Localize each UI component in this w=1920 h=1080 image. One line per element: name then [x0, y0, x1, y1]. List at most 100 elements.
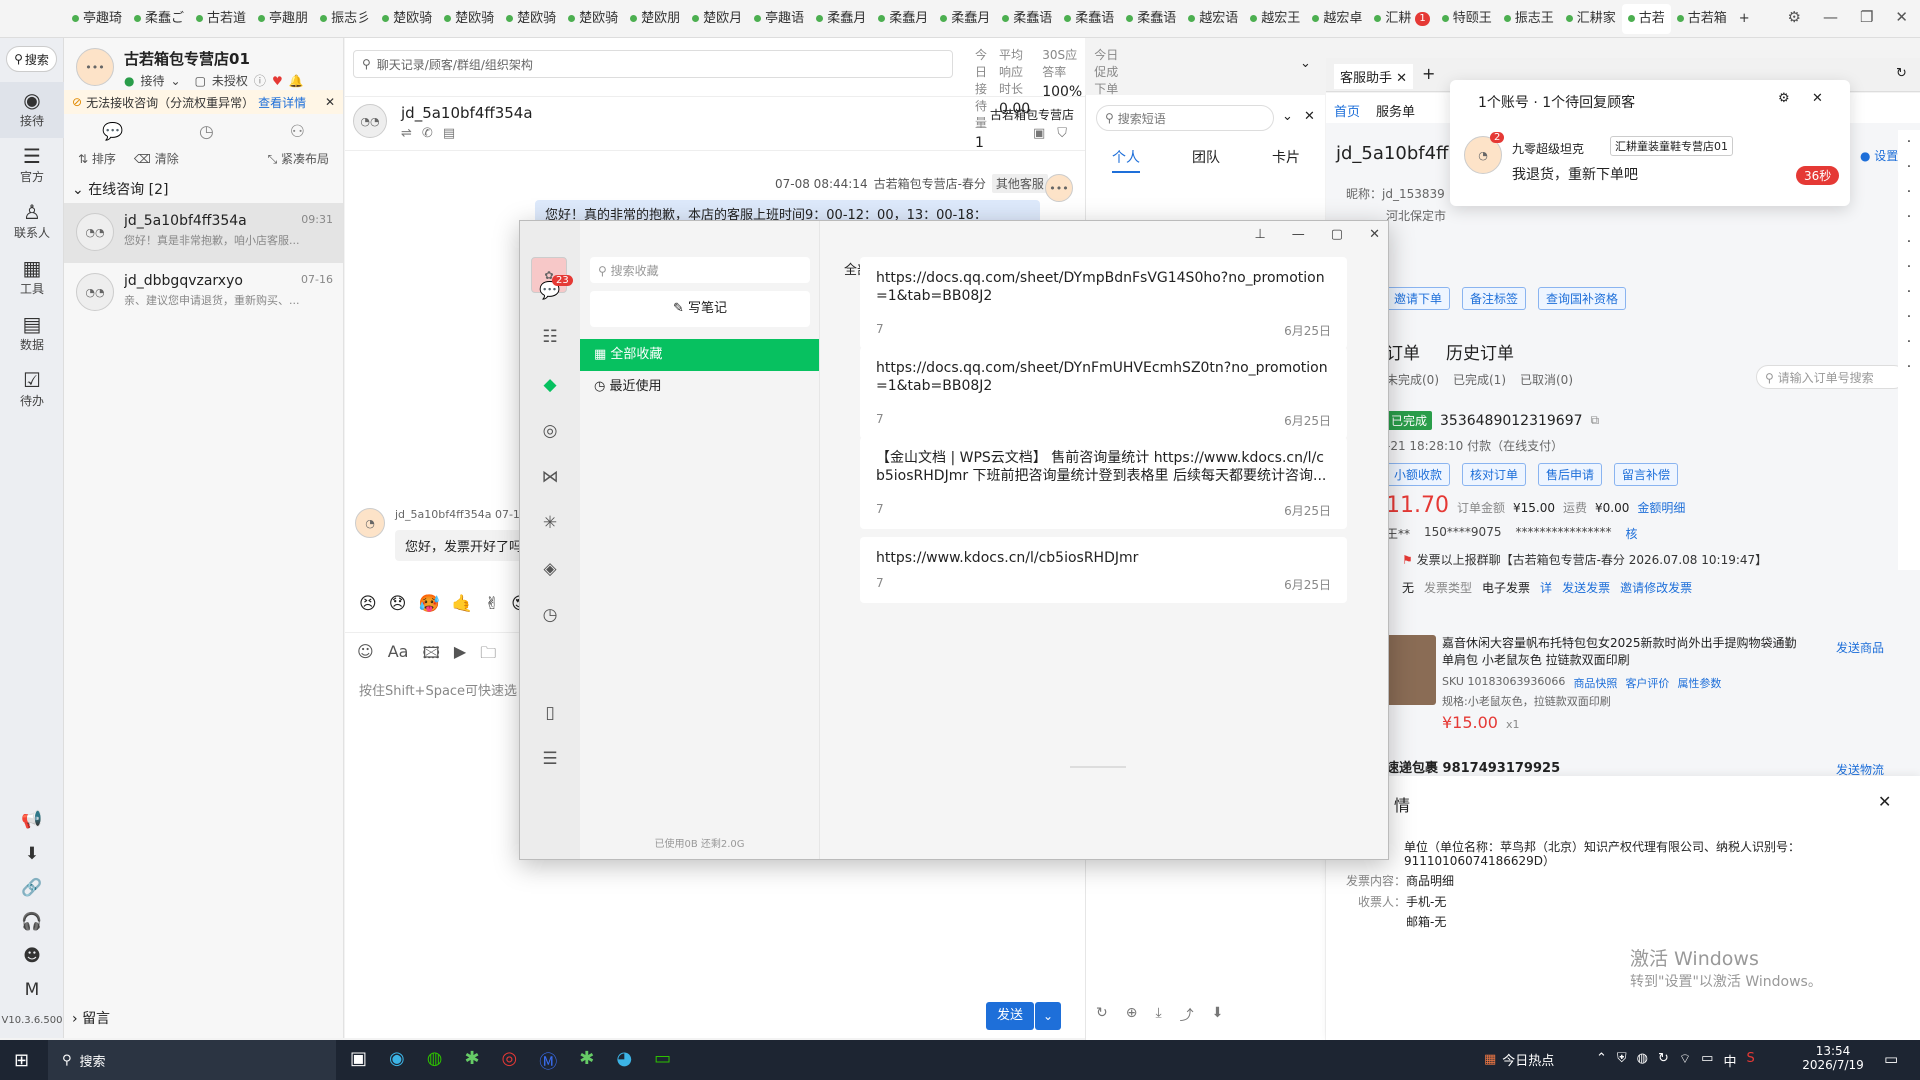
order-search-box[interactable]: ⚲ 请输入订单号搜索	[1756, 365, 1906, 389]
clear-button[interactable]: ⌫ 清除	[134, 150, 179, 167]
news-label[interactable]: 今日热点	[1502, 1050, 1554, 1069]
browser-tab[interactable]: 古若道	[190, 4, 252, 34]
browser-tab[interactable]: 亭趣琦	[66, 4, 128, 34]
quick-tab[interactable]: 团队	[1192, 147, 1220, 173]
chat-input-hint[interactable]: 按住Shift+Space可快速选	[359, 680, 517, 699]
contacts-icon[interactable]: ☷	[520, 327, 580, 347]
popup-settings-icon[interactable]: ⚙	[1778, 91, 1790, 106]
leave-message-section[interactable]: › 留言	[72, 1008, 110, 1028]
tray-wechat-icon[interactable]: ◍	[1637, 1051, 1648, 1070]
browser-tab[interactable]: 楚欧朋	[624, 4, 686, 34]
emoji-suggestion[interactable]: 😣	[359, 594, 377, 614]
reload-icon[interactable]: ↻	[1896, 66, 1907, 81]
chat-search-box[interactable]: ⚲ 聊天记录/顾客/群组/组织架构	[353, 50, 953, 78]
rail-item-4[interactable]: ▦ 工具	[0, 250, 64, 306]
browser-tab[interactable]: 柔蠢月	[872, 4, 934, 34]
helper-nav-item[interactable]: 首页	[1334, 101, 1360, 120]
invoice-detail-close-icon[interactable]: ✕	[1878, 792, 1891, 811]
tray-sync-icon[interactable]: ↻	[1658, 1051, 1669, 1070]
edge-tab-fragment[interactable]: ·	[1898, 130, 1920, 155]
folder-icon[interactable]: 🗀	[480, 642, 496, 669]
order-action-button[interactable]: 留言补偿	[1614, 463, 1679, 486]
favorites-nav-item[interactable]: ◷ 最近使用	[580, 371, 819, 403]
rail-item-5[interactable]: ▤ 数据	[0, 306, 64, 362]
favorite-item[interactable]: 【金山文档 | WPS云文档】 售前咨询量统计 https://www.kdoc…	[860, 437, 1347, 529]
order-action-button[interactable]: 小额收款	[1386, 463, 1451, 486]
announcement-icon[interactable]: 📢	[0, 803, 64, 837]
favorites-search-box[interactable]: ⚲ 搜索收藏	[590, 257, 810, 283]
product-link[interactable]: 商品快照	[1573, 675, 1617, 691]
import-icon[interactable]: ⤓	[1155, 1005, 1161, 1025]
edge-tab-fragment[interactable]: ·	[1898, 205, 1920, 230]
menu-icon[interactable]: ☰	[520, 749, 580, 769]
edge-tab-fragment[interactable]: ·	[1898, 155, 1920, 180]
maximize-icon[interactable]: ❐	[1860, 8, 1873, 26]
app-m-icon[interactable]: Ⓜ	[539, 1048, 557, 1074]
rail-item-6[interactable]: ☑ 待办	[0, 362, 64, 418]
task-view-icon[interactable]: ▣	[350, 1048, 367, 1074]
fav-maximize-icon[interactable]: ▢	[1331, 227, 1343, 242]
browser-tab[interactable]: 振志王	[1498, 4, 1560, 34]
helper-action-button[interactable]: 备注标签	[1462, 287, 1527, 310]
warning-detail-link[interactable]: 查看详情	[258, 94, 306, 111]
notification-icon[interactable]: ▭	[1884, 1050, 1898, 1068]
edge-tab-fragment[interactable]: ·	[1898, 305, 1920, 330]
sort-button[interactable]: ⇅ 排序	[78, 150, 116, 167]
helper-settings-link[interactable]: ● 设置	[1860, 147, 1898, 164]
send-button[interactable]: 发送	[986, 1002, 1034, 1030]
helper-tab[interactable]: 客服助手 ✕	[1334, 64, 1414, 89]
browser-tab[interactable]: 亭趣语	[748, 4, 810, 34]
verify-button[interactable]: 核	[1625, 525, 1637, 542]
auth-status[interactable]: 未授权	[212, 72, 248, 89]
order-tab[interactable]: 历史订单	[1446, 339, 1514, 364]
new-tab-icon[interactable]: +	[1422, 64, 1435, 83]
browser-tab[interactable]: 柔蠢语	[996, 4, 1058, 34]
fav-minimize-icon[interactable]: —	[1292, 227, 1305, 242]
app-chat-icon[interactable]: ◕	[616, 1048, 632, 1074]
browser-tab[interactable]: 汇耕家	[1560, 4, 1622, 34]
minimize-icon[interactable]: —	[1823, 8, 1838, 26]
video-icon[interactable]: ▶	[454, 642, 466, 669]
browser-tab[interactable]: 楚欧骑	[500, 4, 562, 34]
order-tab[interactable]: 订单	[1386, 339, 1420, 364]
moments-icon[interactable]: ◎	[520, 421, 580, 441]
app-red-icon[interactable]: ◎	[502, 1048, 518, 1074]
edge-tab-fragment[interactable]: ·	[1898, 330, 1920, 355]
product-link[interactable]: 客户评价	[1625, 675, 1669, 691]
browser-tab[interactable]: 越宏王	[1244, 4, 1306, 34]
app-star2-icon[interactable]: ✱	[579, 1048, 594, 1074]
order-action-button[interactable]: 售后申请	[1538, 463, 1603, 486]
invoice-detail-button[interactable]: 详	[1540, 579, 1552, 596]
ime-indicator[interactable]: 中	[1723, 1051, 1736, 1070]
tray-shield-icon[interactable]: ⛨	[1617, 1051, 1627, 1070]
m-logo-icon[interactable]: M	[0, 973, 64, 1007]
tray-display-icon[interactable]: ▭	[1701, 1051, 1713, 1070]
browser-tab[interactable]: 柔蠢语	[1120, 4, 1182, 34]
rail-search-button[interactable]: ⚲ 搜索	[6, 46, 57, 72]
tab-group-icon[interactable]: ⚇	[290, 122, 305, 142]
popup-close-icon[interactable]: ✕	[1812, 91, 1823, 106]
browser-tab[interactable]: 楚欧月	[686, 4, 748, 34]
app-star-icon[interactable]: ✱	[464, 1048, 479, 1074]
amount-detail-link[interactable]: 金额明细	[1637, 499, 1685, 516]
tab-close-icon[interactable]: ✕	[1396, 71, 1407, 86]
mini-program-icon[interactable]: ✳	[520, 513, 580, 533]
compact-layout-button[interactable]: ⤡ 紧凑布局	[268, 150, 329, 167]
order-filter[interactable]: 已完成(1)	[1453, 371, 1506, 388]
edge-tab-fragment[interactable]: ·	[1898, 180, 1920, 205]
note-icon[interactable]: ▤	[443, 126, 455, 141]
close-icon[interactable]: ✕	[1895, 8, 1908, 26]
helper-nav-item[interactable]: 服务单	[1376, 101, 1415, 120]
order-action-button[interactable]: 核对订单	[1462, 463, 1527, 486]
helper-action-button[interactable]: 邀请下单	[1386, 287, 1451, 310]
edge-tab-fragment[interactable]: ·	[1898, 230, 1920, 255]
emoji-suggestion[interactable]: 😞	[389, 594, 407, 614]
tray-up-icon[interactable]: ⌃	[1596, 1051, 1607, 1070]
favorite-item[interactable]: https://docs.qq.com/sheet/DYnFmUHVEcmhSZ…	[860, 347, 1347, 439]
send-product-link[interactable]: 发送商品	[1836, 639, 1884, 656]
browser-tab[interactable]: 柔蠢月	[934, 4, 996, 34]
rail-item-1[interactable]: ◉ 接待	[0, 82, 64, 138]
fav-close-icon[interactable]: ✕	[1369, 227, 1380, 242]
browser-tab[interactable]: 振志彡	[314, 4, 376, 34]
product-link[interactable]: 属性参数	[1677, 675, 1721, 691]
